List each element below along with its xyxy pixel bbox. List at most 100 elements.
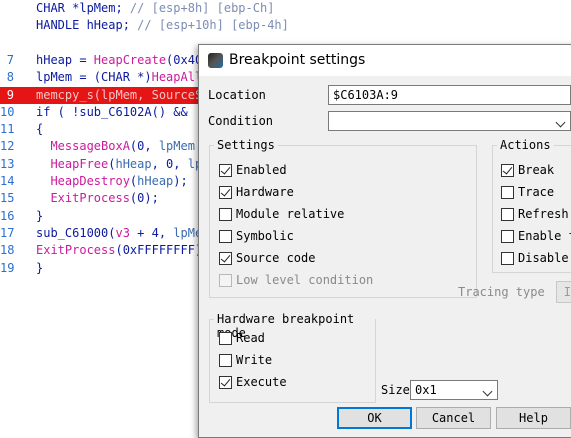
code-token: hHeap xyxy=(115,156,152,171)
hw-mode-checkbox[interactable] xyxy=(219,354,232,367)
code-token: () && ! xyxy=(151,104,203,119)
breakpoint-settings-dialog: Breakpoint settings Location $C6103A:9 C… xyxy=(198,44,571,438)
code-text: hHeap = HeapCreate(0x40 xyxy=(36,52,202,69)
action-checkbox[interactable] xyxy=(501,186,514,199)
setting-checkbox[interactable] xyxy=(219,230,232,243)
code-token: HeapAll xyxy=(151,70,203,85)
setting-checkbox-label: Low level condition xyxy=(236,273,374,287)
setting-checkbox-label[interactable]: Symbolic xyxy=(236,229,294,243)
setting-checkbox[interactable] xyxy=(219,252,232,265)
hw-mode-checkbox-label[interactable]: Read xyxy=(236,331,265,345)
code-token: sub_C61000( xyxy=(36,225,116,240)
location-input[interactable]: $C6103A:9 xyxy=(328,85,571,105)
code-text: if ( !sub_C6102A() && ! xyxy=(36,104,202,121)
setting-checkbox-label[interactable]: Enabled xyxy=(236,163,287,177)
code-token: { xyxy=(36,122,44,137)
action-checkbox-label[interactable]: Enable tr xyxy=(518,229,571,243)
line-number: 18 xyxy=(0,243,15,258)
code-token: hHeap xyxy=(137,174,174,188)
code-token: sub_C6102A xyxy=(79,104,152,119)
line-number: 16 xyxy=(0,208,15,223)
hw-mode-checkbox[interactable] xyxy=(219,332,232,345)
action-checkbox[interactable] xyxy=(501,164,514,177)
settings-group-title: Settings xyxy=(214,138,278,152)
line-number: 12 xyxy=(0,139,15,154)
code-text: ExitProcess(0xFFFFFFFF) xyxy=(36,242,202,259)
chevron-down-icon xyxy=(555,117,566,128)
action-checkbox[interactable] xyxy=(501,252,514,265)
code-token: HANDLE hHeap; xyxy=(36,18,138,33)
line-number: 9 xyxy=(6,87,14,102)
code-token: (0x40 xyxy=(166,52,203,67)
line-number: 17 xyxy=(0,225,15,240)
dialog-title: Breakpoint settings xyxy=(229,52,366,68)
action-checkbox-label[interactable]: Disable t xyxy=(518,251,571,265)
code-token: HeapDestroy xyxy=(36,174,130,188)
action-checkbox-label[interactable]: Refresh d xyxy=(518,207,571,221)
setting-checkbox xyxy=(219,274,232,287)
code-token: // [esp+8h] [ebp-Ch] xyxy=(129,1,275,15)
action-checkbox[interactable] xyxy=(501,230,514,243)
condition-dropdown[interactable] xyxy=(328,111,571,131)
code-token: v3 xyxy=(115,225,130,240)
setting-checkbox[interactable] xyxy=(219,208,232,221)
code-token: memcpy_s(lpMem, SourceS xyxy=(36,87,203,102)
code-token: lpMem xyxy=(158,139,195,154)
ok-button[interactable]: OK xyxy=(337,407,412,429)
hw-mode-checkbox[interactable] xyxy=(219,376,232,389)
setting-checkbox-label[interactable]: Hardware xyxy=(236,185,294,199)
code-token: lpMem = (CHAR *) xyxy=(36,70,152,85)
tracing-type-button[interactable]: In xyxy=(556,281,571,303)
code-token: HeapCreate xyxy=(93,52,167,67)
setting-checkbox-label[interactable]: Source code xyxy=(236,251,315,265)
app-icon xyxy=(208,53,223,68)
line-number: 15 xyxy=(0,191,15,206)
code-text: } xyxy=(36,208,43,225)
code-token: (0xFFFFFFFF) xyxy=(115,243,203,258)
code-token: (0, xyxy=(129,139,159,154)
code-text: { xyxy=(36,121,43,138)
location-label: Location xyxy=(208,88,266,102)
code-token: , 0, xyxy=(151,156,188,171)
line-number: 19 xyxy=(0,260,15,275)
hw-mode-checkbox-label[interactable]: Execute xyxy=(236,375,287,389)
setting-checkbox[interactable] xyxy=(219,164,232,177)
line-number: 8 xyxy=(6,70,14,85)
cancel-button[interactable]: Cancel xyxy=(416,407,491,429)
actions-group-title: Actions xyxy=(497,138,554,152)
code-text: CHAR *lpMem; // [esp+8h] [ebp-Ch] xyxy=(36,0,274,17)
code-token: HeapFree xyxy=(36,156,109,171)
help-button[interactable]: Help xyxy=(496,407,571,429)
action-checkbox-label[interactable]: Break xyxy=(518,163,554,177)
code-line[interactable]: HANDLE hHeap; // [esp+10h] [ebp-4h] xyxy=(0,17,571,34)
code-token: // [esp+10h] [ebp-4h] xyxy=(137,18,289,33)
code-text: MessageBoxA(0, lpMem xyxy=(36,138,195,155)
code-text: } xyxy=(36,260,43,277)
tracing-type-label: Tracing type xyxy=(458,285,545,299)
code-token: MessageBoxA xyxy=(36,139,130,154)
hw-mode-group: Hardware breakpoint mode xyxy=(209,312,376,403)
code-text: HeapFree(hHeap, 0, lp xyxy=(36,156,202,173)
setting-checkbox-label[interactable]: Module relative xyxy=(236,207,344,221)
size-dropdown[interactable]: 0x1 xyxy=(410,380,498,400)
line-number: 7 xyxy=(6,52,14,67)
code-token: ); xyxy=(173,174,188,188)
dialog-titlebar[interactable]: Breakpoint settings xyxy=(199,45,571,76)
size-label: Size xyxy=(381,383,410,397)
code-token: if ( ! xyxy=(36,104,80,119)
code-line[interactable]: CHAR *lpMem; // [esp+8h] [ebp-Ch] xyxy=(0,0,571,17)
code-token: } xyxy=(36,260,44,275)
code-token: + 4, xyxy=(129,225,174,240)
line-number: 10 xyxy=(0,104,15,119)
condition-label: Condition xyxy=(208,114,274,128)
code-text: ExitProcess(0); xyxy=(36,190,158,207)
line-number: 14 xyxy=(0,174,15,188)
action-checkbox-label[interactable]: Trace xyxy=(518,185,554,199)
setting-checkbox[interactable] xyxy=(219,186,232,199)
action-checkbox[interactable] xyxy=(501,208,514,221)
code-token: ExitProcess xyxy=(36,243,116,258)
hw-mode-checkbox-label[interactable]: Write xyxy=(236,353,272,367)
code-text: lpMem = (CHAR *)HeapAll xyxy=(36,69,202,86)
chevron-down-icon xyxy=(482,386,493,397)
code-token: hHeap = xyxy=(36,52,94,67)
